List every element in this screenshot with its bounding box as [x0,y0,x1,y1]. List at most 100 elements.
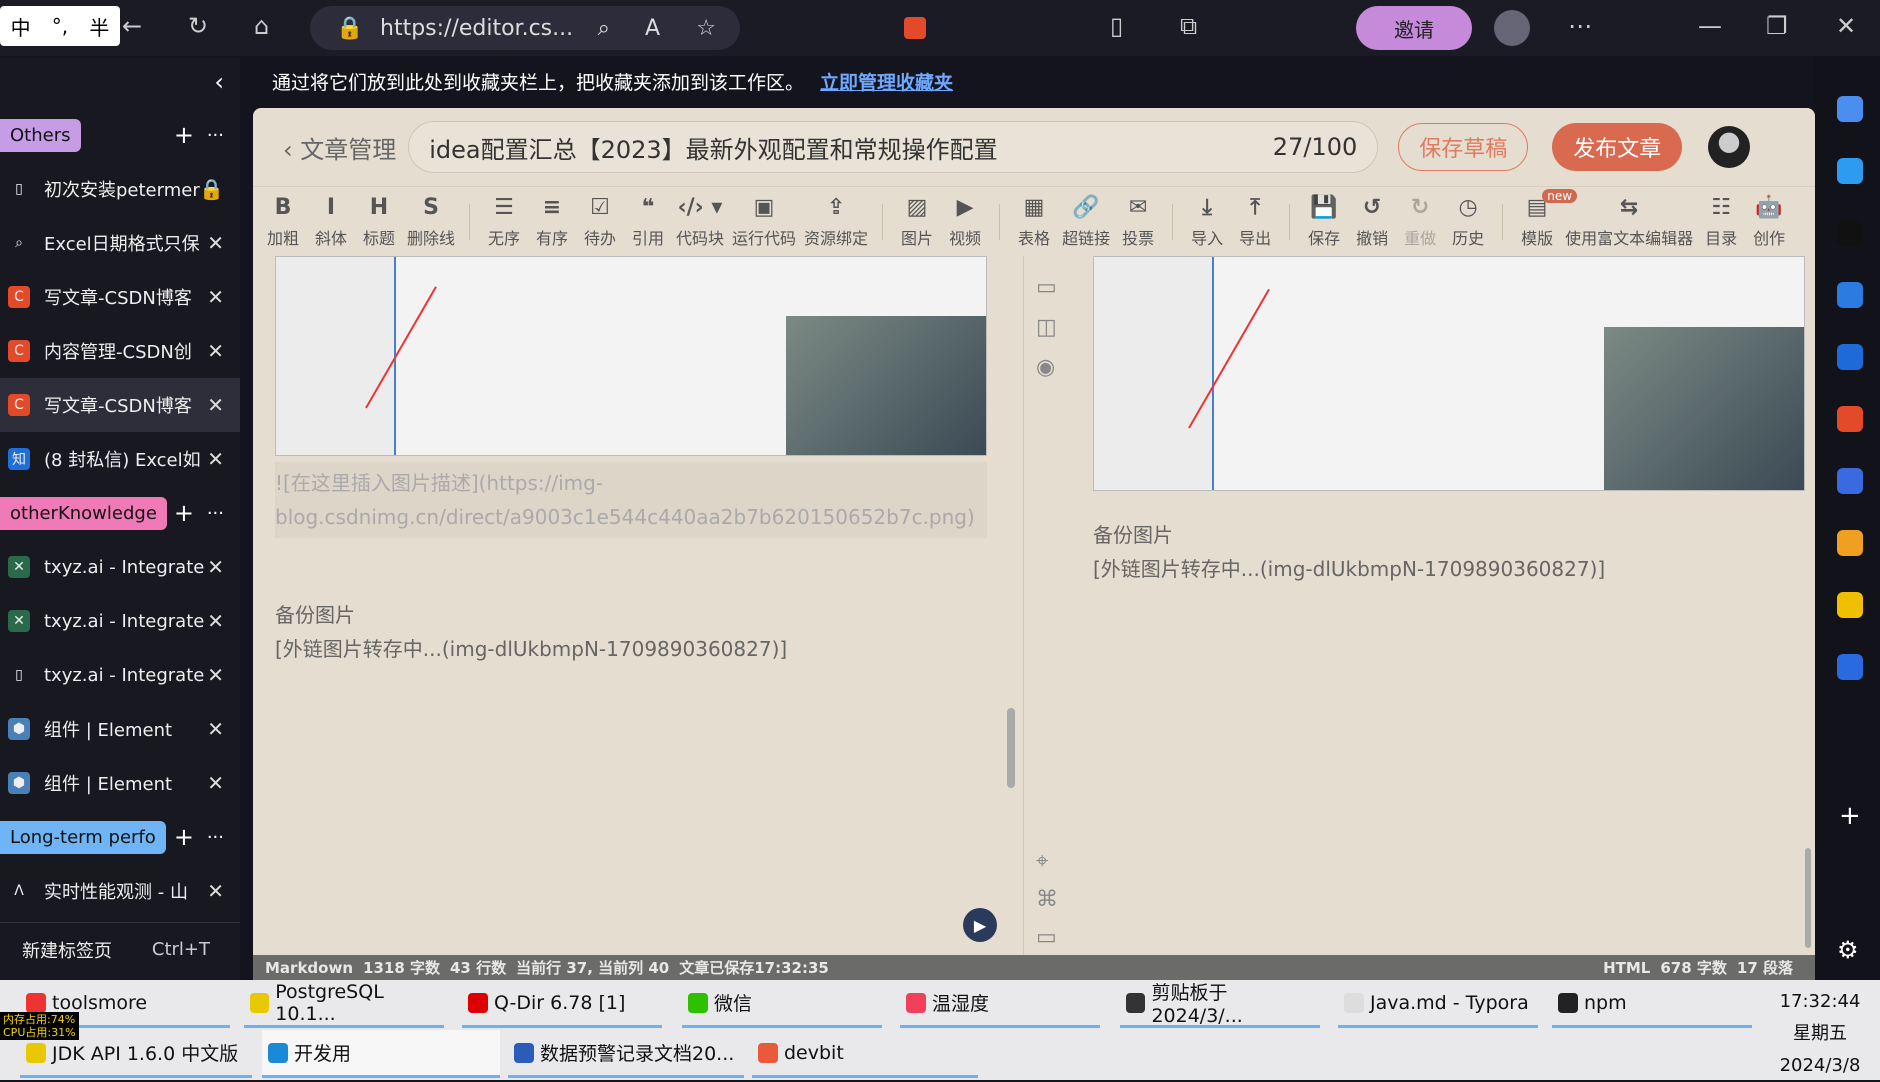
toolbar-button[interactable]: ▶ 视频 [945,195,985,249]
zoom-icon[interactable]: ⌕ [598,16,610,41]
tab-group[interactable]: otherKnowledge + ··· [0,486,240,540]
tab-group[interactable]: Long-term perfo + ··· [0,810,240,864]
taskbar-item[interactable]: npm [1552,980,1752,1028]
sidebar-tab[interactable]: C 内容管理-CSDN创 ✕ [0,324,240,378]
sidebar-app-icon[interactable] [1837,282,1863,308]
close-tab-icon[interactable]: ✕ [207,231,224,255]
taskbar-item[interactable]: 数据预警记录文档20... [508,1030,744,1078]
read-aloud-icon[interactable]: A [645,16,660,41]
sidebar-tab[interactable]: ▯ txyz.ai - Integrate ✕ [0,648,240,702]
preview-scrollbar[interactable] [1805,848,1811,948]
taskbar-item[interactable]: 剪贴板于 2024/3/... [1120,980,1320,1028]
sidebar-app-icon[interactable] [1837,158,1863,184]
toolbar-button[interactable]: 💾 保存 [1304,195,1344,249]
left-scrollbar[interactable] [1007,708,1015,788]
sidebar-tab[interactable]: ⬢ 组件 | Element ✕ [0,756,240,810]
toolbar-button[interactable]: ▣ 运行代码 [732,195,796,249]
back-icon[interactable]: ← [122,12,142,40]
more-icon[interactable]: ⋯ [1568,12,1592,40]
publish-button[interactable]: 发布文章 [1552,123,1683,171]
shortcut-icon[interactable]: ⌘ [1036,881,1058,919]
profile-avatar[interactable] [1494,10,1530,46]
sidebar-tab[interactable]: C 写文章-CSDN博客 ✕ [0,270,240,324]
taskbar-item[interactable]: 温湿度 [900,980,1100,1028]
close-tab-icon[interactable]: ✕ [207,285,224,309]
collapse-sidebar-icon[interactable]: ‹ [214,68,224,96]
toolbar-button[interactable]: ≡ 有序 [532,195,572,249]
user-avatar[interactable] [1708,126,1751,168]
toolbar-button[interactable]: 🔗 超链接 [1062,195,1110,249]
close-tab-icon[interactable]: ✕ [207,339,224,363]
close-tab-icon[interactable]: 🔒 [199,177,224,201]
sidebar-tab[interactable]: ▯ 初次安装petermer 🔒 [0,162,240,216]
save-draft-button[interactable]: 保存草稿 [1398,123,1529,171]
add-tab-icon[interactable]: + [174,499,194,527]
favorite-star-icon[interactable]: ☆ [696,16,716,41]
close-window-icon[interactable]: ✕ [1836,12,1856,40]
sidebar-tab[interactable]: ⬢ 组件 | Element ✕ [0,702,240,756]
sidebar-app-icon[interactable] [1837,468,1863,494]
toolbar-button[interactable]: ✉ 投票 [1118,195,1158,249]
settings-gear-icon[interactable]: ⚙ [1837,936,1859,964]
close-tab-icon[interactable]: ✕ [207,771,224,795]
sidebar-tab[interactable]: ✕ txyz.ai - Integrate ✕ [0,594,240,648]
taskbar-item[interactable]: 开发用 [262,1030,500,1078]
sidebar-app-icon[interactable] [1837,654,1863,680]
toolbar-button[interactable]: ⇪ 资源绑定 [804,195,868,249]
toolbar-button[interactable]: ▤ 模版 new [1517,188,1578,249]
more-icon[interactable]: ··· [207,125,224,146]
invite-button[interactable]: 邀请 [1356,6,1472,50]
ime-indicator[interactable]: 中 °, 半 [0,6,120,46]
sidebar-app-icon[interactable] [1837,220,1863,246]
manage-favorites-link[interactable]: 立即管理收藏夹 [820,68,953,95]
tab-group-name[interactable]: Others [0,118,81,152]
sidebar-tab[interactable]: 知 (8 封私信) Excel如 ✕ [0,432,240,486]
sidebar-tab[interactable]: ✕ txyz.ai - Integrate ✕ [0,540,240,594]
taskbar-item[interactable]: PostgreSQL 10.1... [244,980,444,1028]
monitor-icon[interactable]: ▭ [1036,919,1058,957]
minimize-icon[interactable]: — [1698,12,1722,40]
single-pane-icon[interactable]: ▭ [1036,268,1057,308]
tab-group-name[interactable]: otherKnowledge [0,496,167,530]
toolbar-button[interactable]: H 标题 [359,195,399,249]
sidebar-tab[interactable]: Λ 实时性能观测 - 山 ✕ [0,864,240,918]
sidebar-tab[interactable]: ⌕ Excel日期格式只保 ✕ [0,216,240,270]
sidebar-app-icon[interactable] [1837,530,1863,556]
csdn-extension-icon[interactable] [904,17,926,39]
home-icon[interactable]: ⌂ [254,12,269,40]
taskbar-item[interactable]: devbit [752,1030,978,1078]
sidebar-app-icon[interactable] [1837,344,1863,370]
toolbar-button[interactable]: ☰ 无序 [484,195,524,249]
toolbar-button[interactable]: ⤒ 导出 [1235,195,1275,249]
close-tab-icon[interactable]: ✕ [207,555,224,579]
tab-group[interactable]: Others + ··· [0,108,240,162]
split-pane-icon[interactable]: ◫ [1036,308,1057,348]
close-tab-icon[interactable]: ✕ [207,879,224,903]
close-tab-icon[interactable]: ✕ [207,447,224,471]
clock[interactable]: 17:32:44 星期五 2024/3/8 [1760,986,1880,1082]
close-tab-icon[interactable]: ✕ [207,609,224,633]
refresh-icon[interactable]: ↻ [188,12,208,40]
markdown-pane[interactable]: ![在这里插入图片描述](https://img-blog.csdnimg.cn… [253,256,1023,956]
close-tab-icon[interactable]: ✕ [207,717,224,741]
extensions-icon[interactable]: ⧉ [1180,12,1197,40]
toolbar-button[interactable]: I 斜体 [311,195,351,249]
toolbar-button[interactable]: B 加粗 [263,195,303,249]
close-tab-icon[interactable]: ✕ [207,393,224,417]
sidebar-app-icon[interactable] [1837,592,1863,618]
close-tab-icon[interactable]: ✕ [207,663,224,687]
toolbar-button[interactable]: ▦ 表格 [1014,195,1054,249]
new-tab-button[interactable]: 新建标签页 Ctrl+T [0,922,240,976]
toolbar-button[interactable]: ⤓ 导入 [1187,195,1227,249]
taskbar-item[interactable]: Q-Dir 6.78 [1] [462,980,662,1028]
locate-icon[interactable]: ⌖ [1036,843,1058,881]
article-title-input[interactable]: idea配置汇总【2023】最新外观配置和常规操作配置 27/100 [408,121,1379,173]
back-to-article-management[interactable]: ‹ 文章管理 [283,130,396,165]
toolbar-button[interactable]: 🤖 创作 [1749,195,1789,249]
toolbar-button[interactable]: S 删除线 [407,195,455,249]
taskbar-item[interactable]: Java.md - Typora [1338,980,1538,1028]
taskbar-item[interactable]: 微信 [682,980,882,1028]
sidebar-app-icon[interactable] [1837,406,1863,432]
restore-icon[interactable]: ❐ [1766,12,1788,40]
toolbar-button[interactable]: ❝ 引用 [628,195,668,249]
